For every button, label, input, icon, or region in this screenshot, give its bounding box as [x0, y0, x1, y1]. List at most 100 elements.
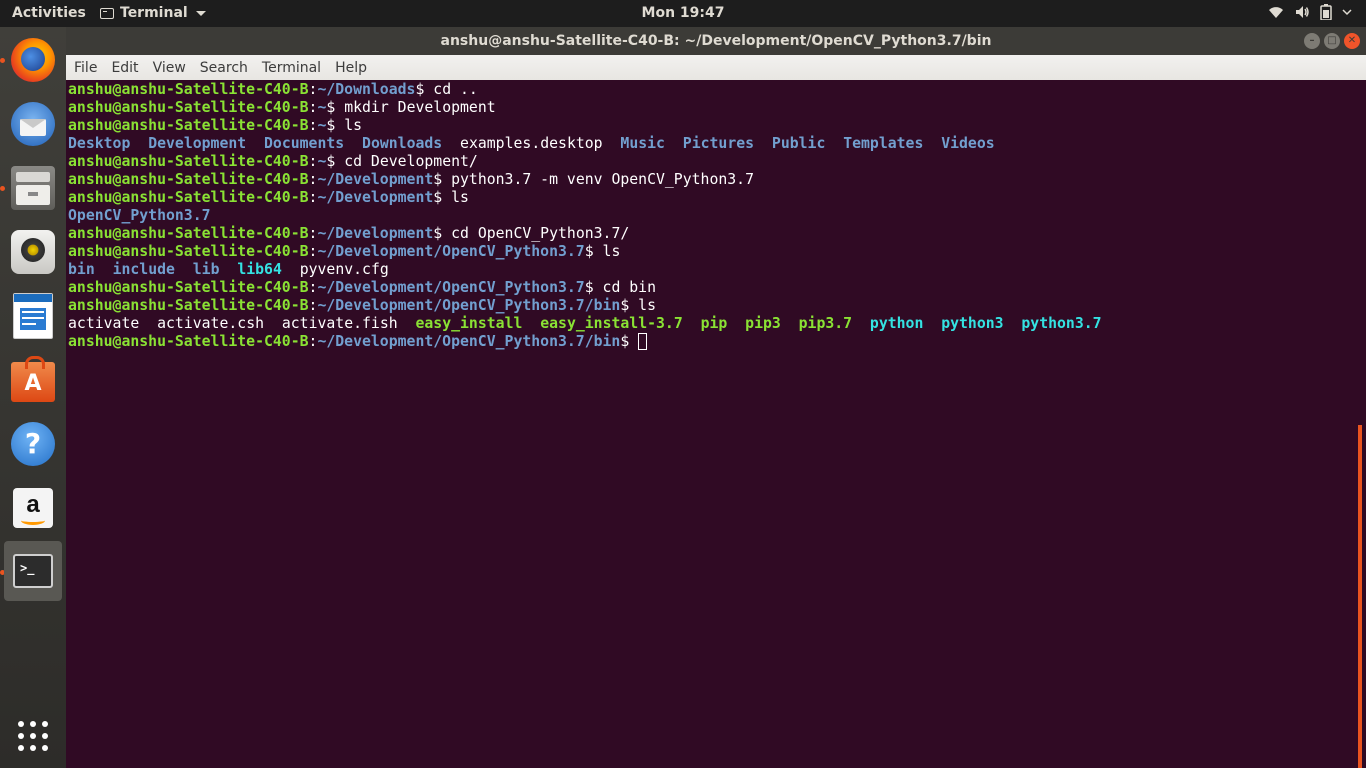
system-tray[interactable]: [1268, 4, 1352, 20]
output-line: bin include lib lib64 pyvenv.cfg: [68, 261, 389, 279]
maximize-button[interactable]: □: [1324, 33, 1340, 49]
dock: A ? a >_: [0, 27, 66, 768]
listing-entry: python: [870, 315, 923, 332]
dock-item-rhythmbox[interactable]: [4, 223, 62, 281]
command-text: cd ..: [424, 81, 477, 98]
prompt-line: anshu@anshu-Satellite-C40-B:~/Downloads$…: [68, 81, 478, 99]
dock-item-thunderbird[interactable]: [4, 95, 62, 153]
prompt-line: anshu@anshu-Satellite-C40-B:~/Developmen…: [68, 243, 620, 261]
command-text: cd bin: [594, 279, 656, 296]
minimize-button[interactable]: –: [1304, 33, 1320, 49]
prompt-user-host: anshu@anshu-Satellite-C40-B: [68, 225, 309, 242]
output-line: OpenCV_Python3.7: [68, 207, 211, 225]
thunderbird-icon: [11, 102, 55, 146]
show-applications-button[interactable]: [4, 707, 62, 765]
prompt-user-host: anshu@anshu-Satellite-C40-B: [68, 153, 309, 170]
dock-item-writer[interactable]: [4, 287, 62, 345]
menu-edit[interactable]: Edit: [105, 60, 144, 76]
listing-entry: pip3.7: [799, 315, 852, 332]
prompt-user-host: anshu@anshu-Satellite-C40-B: [68, 279, 309, 296]
power-menu-icon: [1342, 4, 1352, 20]
prompt-path: ~/Downloads: [317, 81, 415, 98]
listing-entry: activate.fish: [282, 315, 398, 332]
listing-entry: Downloads: [362, 135, 442, 152]
listing-entry: activate.csh: [157, 315, 264, 332]
prompt-user-host: anshu@anshu-Satellite-C40-B: [68, 117, 309, 134]
output-line: activate activate.csh activate.fish easy…: [68, 315, 1102, 333]
command-text: cd OpenCV_Python3.7/: [442, 225, 629, 242]
listing-entry: python3.7: [1021, 315, 1101, 332]
prompt-line: anshu@anshu-Satellite-C40-B:~/Developmen…: [68, 171, 754, 189]
listing-entry: Documents: [264, 135, 344, 152]
output-line: Desktop Development Documents Downloads …: [68, 135, 995, 153]
app-menu-label: Terminal: [120, 5, 188, 21]
dock-item-amazon[interactable]: a: [4, 479, 62, 537]
command-text: ls: [442, 189, 469, 206]
listing-entry: Templates: [843, 135, 923, 152]
software-icon: A: [11, 362, 55, 402]
menu-terminal[interactable]: Terminal: [256, 60, 327, 76]
prompt-user-host: anshu@anshu-Satellite-C40-B: [68, 333, 309, 350]
prompt-line: anshu@anshu-Satellite-C40-B:~$ mkdir Dev…: [68, 99, 496, 117]
activities-button[interactable]: Activities: [12, 5, 86, 21]
terminal-output[interactable]: anshu@anshu-Satellite-C40-B:~/Downloads$…: [66, 80, 1362, 768]
writer-icon: [13, 293, 53, 339]
listing-entry: lib64: [237, 261, 282, 278]
window-title: anshu@anshu-Satellite-C40-B: ~/Developme…: [66, 33, 1366, 49]
prompt-path: ~/Development/OpenCV_Python3.7: [317, 243, 584, 260]
prompt-path: ~/Development: [317, 171, 433, 188]
dock-item-files[interactable]: [4, 159, 62, 217]
prompt-path: ~/Development/OpenCV_Python3.7/bin: [317, 297, 620, 314]
app-menu[interactable]: Terminal: [100, 5, 206, 21]
listing-entry: easy_install-3.7: [540, 315, 683, 332]
prompt-symbol: $: [620, 333, 629, 350]
prompt-line: anshu@anshu-Satellite-C40-B:~$ cd Develo…: [68, 153, 478, 171]
listing-entry: OpenCV_Python3.7: [68, 207, 211, 224]
menu-help[interactable]: Help: [329, 60, 373, 76]
command-text: [629, 333, 638, 350]
dock-item-firefox[interactable]: [4, 31, 62, 89]
prompt-user-host: anshu@anshu-Satellite-C40-B: [68, 171, 309, 188]
listing-entry: python3: [941, 315, 1003, 332]
wifi-icon: [1268, 4, 1284, 20]
listing-entry: easy_install: [415, 315, 522, 332]
prompt-user-host: anshu@anshu-Satellite-C40-B: [68, 81, 309, 98]
prompt-symbol: $: [433, 171, 442, 188]
menu-file[interactable]: File: [68, 60, 103, 76]
listing-entry: Music: [620, 135, 665, 152]
dock-item-software[interactable]: A: [4, 351, 62, 409]
prompt-path: ~/Development: [317, 189, 433, 206]
scrollbar[interactable]: [1358, 425, 1362, 768]
prompt-symbol: $: [433, 225, 442, 242]
menu-bar: File Edit View Search Terminal Help: [66, 55, 1366, 80]
prompt-line: anshu@anshu-Satellite-C40-B:~/Developmen…: [68, 225, 629, 243]
close-button[interactable]: ✕: [1344, 33, 1360, 49]
command-text: mkdir Development: [335, 99, 495, 116]
window-controls: – □ ✕: [1304, 33, 1360, 49]
battery-icon: [1320, 4, 1332, 20]
menu-search[interactable]: Search: [194, 60, 254, 76]
listing-entry: include: [113, 261, 175, 278]
listing-entry: bin: [68, 261, 95, 278]
prompt-path: ~/Development/OpenCV_Python3.7: [317, 279, 584, 296]
prompt-symbol: $: [326, 153, 335, 170]
prompt-line: anshu@anshu-Satellite-C40-B:~/Developmen…: [68, 297, 656, 315]
chevron-down-icon: [196, 11, 206, 16]
prompt-path: ~/Development/OpenCV_Python3.7/bin: [317, 333, 620, 350]
firefox-icon: [11, 38, 55, 82]
command-text: cd Development/: [335, 153, 478, 170]
dock-item-help[interactable]: ?: [4, 415, 62, 473]
listing-entry: pyvenv.cfg: [300, 261, 389, 278]
prompt-symbol: $: [585, 243, 594, 260]
prompt-path: ~/Development: [317, 225, 433, 242]
listing-entry: pip: [701, 315, 728, 332]
text-cursor: [638, 333, 647, 350]
listing-entry: activate: [68, 315, 139, 332]
listing-entry: Public: [772, 135, 825, 152]
window-titlebar[interactable]: anshu@anshu-Satellite-C40-B: ~/Developme…: [66, 27, 1366, 55]
files-icon: [11, 166, 55, 210]
menu-view[interactable]: View: [147, 60, 192, 76]
prompt-line: anshu@anshu-Satellite-C40-B:~/Developmen…: [68, 333, 647, 351]
top-bar: Activities Terminal Mon 19:47: [0, 0, 1366, 27]
dock-item-terminal[interactable]: >_: [4, 541, 62, 601]
